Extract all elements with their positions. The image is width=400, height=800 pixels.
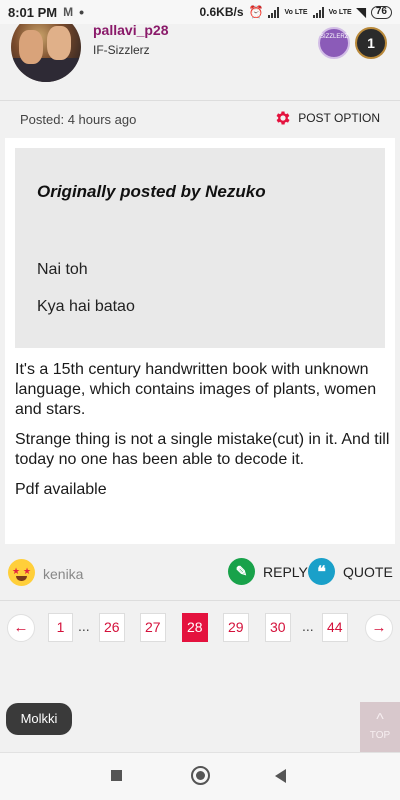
battery-indicator: 76 bbox=[370, 5, 392, 19]
home-icon[interactable] bbox=[191, 766, 210, 785]
back-icon[interactable] bbox=[275, 769, 286, 783]
post-paragraph: Strange thing is not a single mistake(cu… bbox=[15, 431, 390, 468]
topic-chip[interactable]: Molkki bbox=[6, 703, 72, 735]
page-button-26[interactable]: 26 bbox=[99, 613, 125, 642]
gear-icon bbox=[276, 111, 290, 125]
next-page-arrow-icon[interactable]: → bbox=[365, 614, 393, 642]
quote-label: QUOTE bbox=[343, 563, 393, 580]
recents-icon[interactable] bbox=[111, 770, 122, 781]
top-label: TOP bbox=[369, 730, 391, 741]
page-button-44[interactable]: 44 bbox=[322, 613, 348, 642]
chevron-up-icon: ^ bbox=[376, 711, 384, 728]
quote-author: Originally posted by Nezuko bbox=[37, 182, 266, 201]
username[interactable]: pallavi_p28 bbox=[93, 22, 169, 38]
post-action-row: ★ ★ kenika ✎ REPLY ❝ QUOTE bbox=[0, 548, 400, 598]
post-meta-row: Posted: 4 hours ago POST OPTION bbox=[0, 100, 400, 138]
rank-badge-icon: 1 bbox=[355, 27, 387, 59]
user-title: IF-Sizzlerz bbox=[93, 43, 150, 57]
sizzlerz-badge-icon: SIZZLERZ bbox=[318, 27, 350, 59]
alarm-icon: ⏰ bbox=[248, 5, 264, 19]
wifi-icon: ◥ bbox=[356, 5, 366, 19]
network-speed: 0.6KB/s bbox=[199, 5, 244, 19]
page-button-1[interactable]: 1 bbox=[48, 613, 73, 642]
lte-label-2: Vo LTE bbox=[328, 8, 352, 16]
page-button-27[interactable]: 27 bbox=[140, 613, 166, 642]
status-time: 8:01 PM bbox=[8, 4, 58, 20]
star-eyes-emoji-icon: ★ ★ bbox=[8, 559, 35, 586]
liker-name[interactable]: kenika bbox=[43, 566, 83, 582]
badge-label: SIZZLERZ bbox=[320, 34, 349, 40]
status-right: 0.6KB/s ⏰ Vo LTE Vo LTE ◥ 76 bbox=[199, 5, 392, 19]
post-paragraph: Pdf available bbox=[15, 481, 107, 498]
quote-button[interactable]: ❝ QUOTE bbox=[308, 558, 393, 585]
system-nav-bar bbox=[0, 752, 400, 800]
pagination-ellipsis: ... bbox=[302, 618, 314, 634]
page-button-30[interactable]: 30 bbox=[265, 613, 291, 642]
reply-label: REPLY bbox=[263, 563, 308, 580]
post-option-label: POST OPTION bbox=[298, 111, 380, 125]
pagination-ellipsis: ... bbox=[78, 618, 90, 634]
status-bar: 8:01 PM M • 0.6KB/s ⏰ Vo LTE Vo LTE ◥ 76 bbox=[0, 0, 400, 24]
post-card: Originally posted by Nezuko Nai toh Kya … bbox=[5, 138, 395, 544]
pagination: ← 1 ... 26 27 28 29 30 ... 44 → bbox=[0, 600, 400, 660]
rank-badge-label: 1 bbox=[367, 35, 375, 51]
posted-time: Posted: 4 hours ago bbox=[20, 112, 137, 127]
page-button-29[interactable]: 29 bbox=[223, 613, 249, 642]
quote-icon: ❝ bbox=[308, 558, 335, 585]
quote-line: Kya hai batao bbox=[37, 298, 135, 315]
post-paragraph: It's a 15th century handwritten book wit… bbox=[15, 361, 377, 418]
gmail-icon: M bbox=[63, 5, 74, 19]
prev-page-arrow-icon[interactable]: ← bbox=[7, 614, 35, 642]
reply-button[interactable]: ✎ REPLY bbox=[228, 558, 308, 585]
post-option-button[interactable]: POST OPTION bbox=[274, 109, 380, 127]
signal-icon bbox=[268, 6, 280, 18]
quote-line: Nai toh bbox=[37, 261, 88, 278]
pencil-icon: ✎ bbox=[228, 558, 255, 585]
quote-box: Originally posted by Nezuko Nai toh Kya … bbox=[15, 148, 385, 348]
post-body: It's a 15th century handwritten book wit… bbox=[15, 360, 390, 510]
page-button-current[interactable]: 28 bbox=[182, 613, 208, 642]
signal-icon-2 bbox=[312, 6, 324, 18]
notification-dot-icon: • bbox=[79, 4, 85, 20]
scroll-top-button[interactable]: ^ TOP bbox=[360, 702, 400, 752]
lte-label-1: Vo LTE bbox=[284, 8, 308, 16]
